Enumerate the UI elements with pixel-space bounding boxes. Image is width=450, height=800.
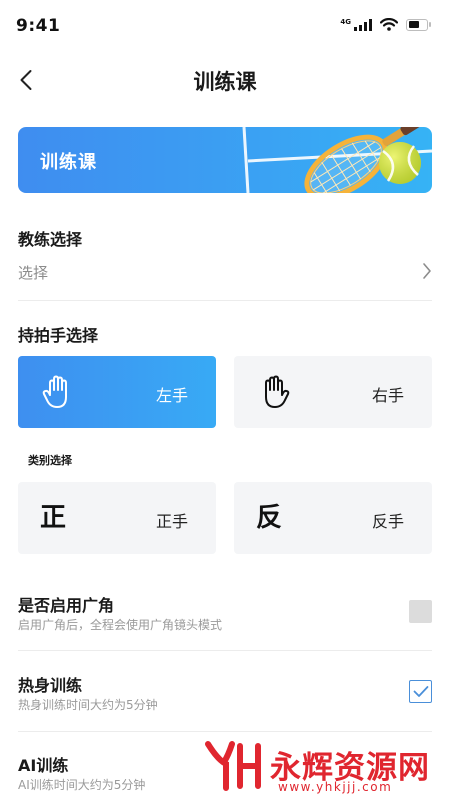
wide-angle-checkbox[interactable] xyxy=(409,600,432,623)
category-section-label: 类别选择 xyxy=(28,454,72,467)
cellular-signal-icon: 4G xyxy=(340,17,372,31)
wifi-icon xyxy=(380,18,398,31)
site-watermark: 永辉资源网 www.yhkjjj.com xyxy=(200,738,440,798)
training-banner: 训练课 xyxy=(18,127,432,193)
forehand-glyph: 正 xyxy=(40,503,67,533)
grip-option-left-label: 左手 xyxy=(155,386,188,405)
battery-icon xyxy=(406,18,432,31)
setting-wide-angle-title: 是否启用广角 xyxy=(18,596,115,615)
category-option-forehand-label: 正手 xyxy=(155,512,188,531)
divider xyxy=(18,650,432,651)
status-icons: 4G xyxy=(340,18,432,31)
grip-section-label: 持拍手选择 xyxy=(18,326,99,345)
grip-option-right[interactable]: 右手 xyxy=(234,356,432,428)
setting-warmup-title: 热身训练 xyxy=(18,676,83,695)
setting-warmup-desc: 热身训练时间大约为5分钟 xyxy=(18,698,158,712)
status-time: 9:41 xyxy=(16,16,61,36)
warmup-checkbox[interactable] xyxy=(409,680,432,703)
coach-section-label: 教练选择 xyxy=(18,230,83,249)
watermark-url: www.yhkjjj.com xyxy=(278,780,393,794)
network-type-label: 4G xyxy=(340,17,351,26)
divider xyxy=(18,300,432,301)
chevron-right-icon xyxy=(423,263,431,279)
setting-wide-angle-desc: 启用广角后，全程会使用广角镜头模式 xyxy=(18,618,223,632)
grip-option-left[interactable]: 左手 xyxy=(18,356,216,428)
status-bar: 9:41 4G xyxy=(0,0,450,48)
hand-left-icon xyxy=(40,374,76,410)
hand-right-icon xyxy=(256,374,292,410)
setting-wide-angle: 是否启用广角 启用广角后，全程会使用广角镜头模式 xyxy=(18,592,432,650)
category-option-backhand[interactable]: 反 反手 xyxy=(234,482,432,554)
setting-ai-training-desc: AI训练时间大约为5分钟 xyxy=(18,778,146,792)
coach-select-row[interactable]: 选择 xyxy=(18,256,432,288)
backhand-glyph: 反 xyxy=(256,503,283,533)
page-title: 训练课 xyxy=(193,70,257,94)
watermark-logo-icon xyxy=(205,741,261,791)
category-option-backhand-label: 反手 xyxy=(371,512,404,531)
grip-option-right-label: 右手 xyxy=(371,386,404,405)
setting-ai-training-title: AI训练 xyxy=(18,756,69,775)
category-option-forehand[interactable]: 正 正手 xyxy=(18,482,216,554)
setting-warmup: 热身训练 热身训练时间大约为5分钟 xyxy=(18,672,432,730)
checkmark-icon xyxy=(413,686,428,697)
tennis-racket-ball-illustration xyxy=(242,127,432,193)
nav-bar: 训练课 xyxy=(0,56,450,104)
coach-select-value: 选择 xyxy=(18,264,49,282)
banner-title: 训练课 xyxy=(40,152,97,173)
divider xyxy=(18,731,432,732)
